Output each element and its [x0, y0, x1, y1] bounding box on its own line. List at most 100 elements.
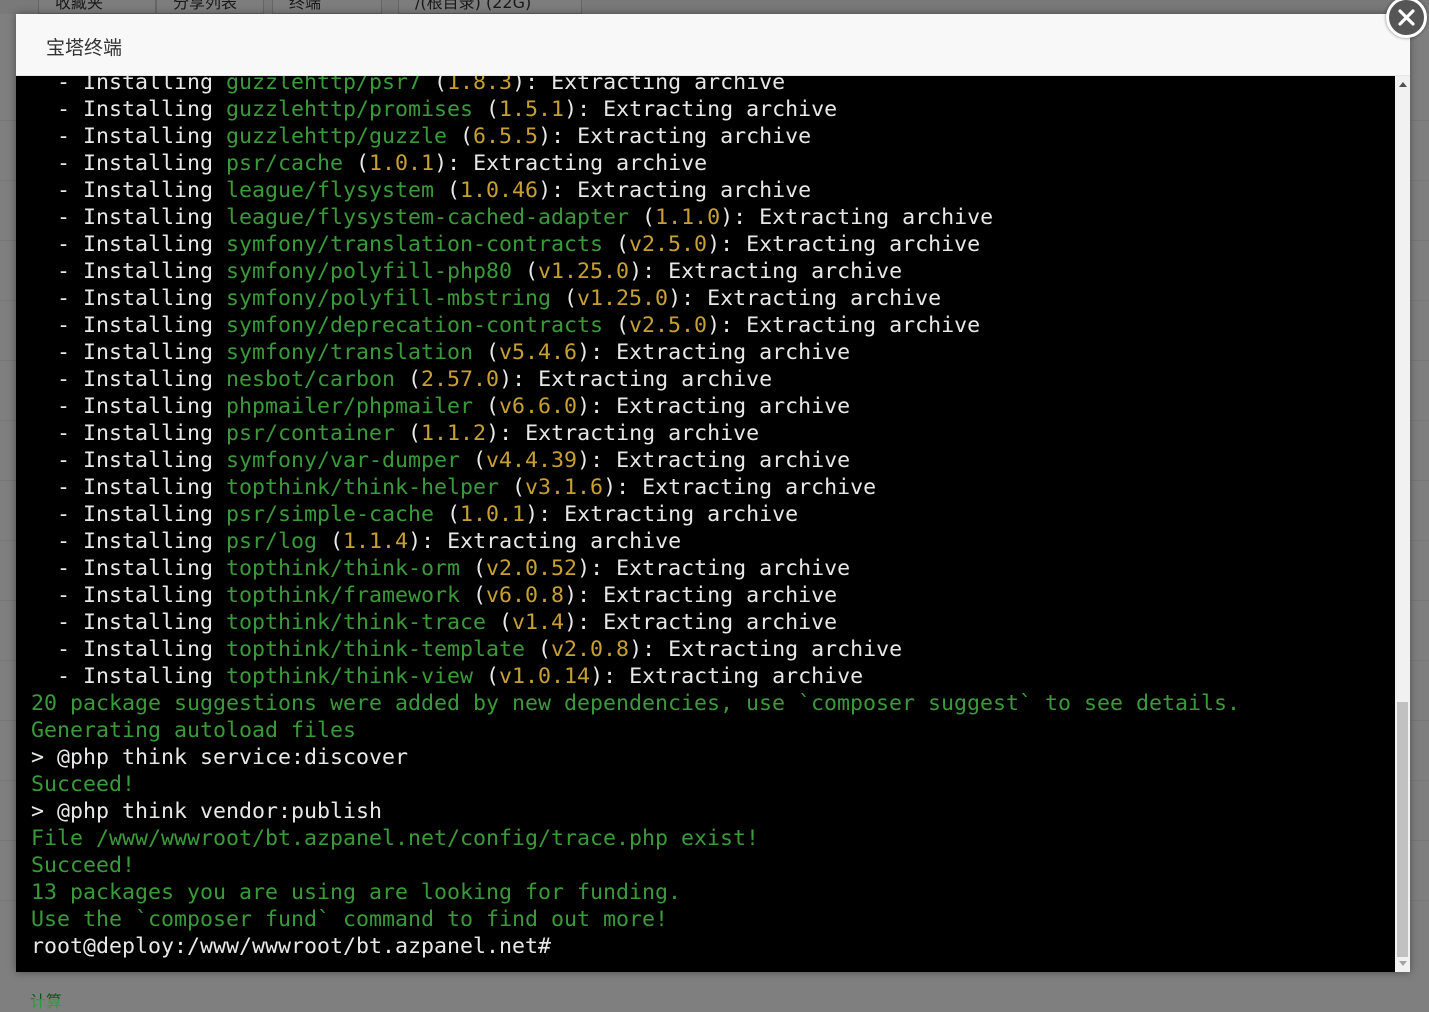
install-prefix: - Installing: [31, 286, 226, 311]
package-version: v1.0.14: [499, 664, 590, 689]
paren-open: (: [629, 205, 655, 230]
paren-open: (: [343, 151, 369, 176]
scrollbar-thumb[interactable]: [1397, 702, 1408, 957]
paren-open: (: [447, 124, 473, 149]
package-name: symfony/var-dumper: [226, 448, 460, 473]
install-suffix: ): Extracting archive: [434, 151, 707, 176]
terminal-install-line: - Installing nesbot/carbon (2.57.0): Ext…: [31, 366, 1240, 393]
install-suffix: ): Extracting archive: [720, 205, 993, 230]
install-suffix: ): Extracting archive: [577, 340, 850, 365]
paren-open: (: [460, 556, 486, 581]
terminal-install-line: - Installing symfony/polyfill-mbstring (…: [31, 285, 1240, 312]
install-prefix: - Installing: [31, 475, 226, 500]
terminal-install-line: - Installing guzzlehttp/psr7 (1.8.3): Ex…: [31, 76, 1240, 96]
paren-open: (: [486, 610, 512, 635]
close-icon: [1398, 9, 1415, 26]
package-version: v1.25.0: [577, 286, 668, 311]
package-name: symfony/polyfill-mbstring: [226, 286, 551, 311]
chevron-down-icon: [1399, 961, 1407, 966]
terminal-lines: - Installing guzzlehttp/psr7 (1.8.3 ): Ex…: [31, 76, 1240, 960]
install-suffix: ): Extracting archive: [629, 259, 902, 284]
package-name: guzzlehttp/psr7: [226, 76, 421, 95]
paren-open: (: [499, 475, 525, 500]
terminal-output-line: File /www/wwwroot/bt.azpanel.net/config/…: [31, 825, 1240, 852]
install-suffix: ): Extracting archive: [564, 97, 837, 122]
dialog-title: 宝塔终端: [46, 33, 122, 60]
install-prefix: - Installing: [31, 124, 226, 149]
install-prefix: - Installing: [31, 205, 226, 230]
scroll-up-button[interactable]: [1395, 76, 1410, 93]
paren-open: (: [603, 232, 629, 257]
terminal-install-line: - Installing topthink/think-helper (v3.1…: [31, 474, 1240, 501]
install-suffix: ): Extracting archive: [538, 178, 811, 203]
install-suffix: ): Extracting archive: [707, 313, 980, 338]
package-name: psr/cache: [226, 151, 343, 176]
package-version: 1.1.4: [343, 529, 408, 554]
package-version: 1.0.46: [460, 178, 538, 203]
paren-open: (: [473, 394, 499, 419]
package-version: 1.0.1: [460, 502, 525, 527]
terminal-install-line: - Installing topthink/think-orm (v2.0.52…: [31, 555, 1240, 582]
package-name: topthink/think-orm: [226, 556, 460, 581]
install-prefix: - Installing: [31, 637, 226, 662]
package-name: topthink/think-helper: [226, 475, 499, 500]
paren-open: (: [525, 637, 551, 662]
install-suffix: ): Extracting archive: [408, 529, 681, 554]
terminal-output-line: 20 package suggestions were added by new…: [31, 690, 1240, 717]
scroll-down-button[interactable]: [1395, 955, 1410, 972]
install-prefix: - Installing: [31, 76, 226, 95]
terminal-install-line: - Installing symfony/translation-contrac…: [31, 231, 1240, 258]
install-prefix: - Installing: [31, 394, 226, 419]
package-version: 1.1.2: [421, 421, 486, 446]
terminal-install-line: - Installing psr/log (1.1.4): Extracting…: [31, 528, 1240, 555]
package-version: 1.5.1: [499, 97, 564, 122]
package-version: v1.4: [512, 610, 564, 635]
install-prefix: - Installing: [31, 151, 226, 176]
paren-open: (: [395, 367, 421, 392]
paren-open: (: [434, 502, 460, 527]
install-prefix: - Installing: [31, 664, 226, 689]
package-version: v1.25.0: [538, 259, 629, 284]
install-prefix: - Installing: [31, 502, 226, 527]
package-name: psr/container: [226, 421, 395, 446]
install-prefix: - Installing: [31, 97, 226, 122]
install-suffix: ): Extracting archive: [525, 502, 798, 527]
package-version: v2.5.0: [629, 313, 707, 338]
install-prefix: - Installing: [31, 448, 226, 473]
package-version: v2.0.8: [551, 637, 629, 662]
paren-open: (: [551, 286, 577, 311]
terminal-scrollbar[interactable]: [1395, 76, 1410, 972]
paren-open: (: [473, 664, 499, 689]
install-suffix: ): Extracting archive: [486, 421, 759, 446]
terminal-output[interactable]: - Installing guzzlehttp/psr7 (1.8.3 ): Ex…: [16, 76, 1395, 972]
terminal-install-line: - Installing topthink/think-view (v1.0.1…: [31, 663, 1240, 690]
package-version: v5.4.6: [499, 340, 577, 365]
terminal-install-line: - Installing symfony/deprecation-contrac…: [31, 312, 1240, 339]
package-name: psr/log: [226, 529, 317, 554]
terminal-output-line: 13 packages you are using are looking fo…: [31, 879, 1240, 906]
install-prefix: - Installing: [31, 529, 226, 554]
package-version: v3.1.6: [525, 475, 603, 500]
package-name: topthink/framework: [226, 583, 460, 608]
terminal-install-line: - Installing symfony/var-dumper (v4.4.39…: [31, 447, 1240, 474]
install-prefix: - Installing: [31, 367, 226, 392]
package-name: phpmailer/phpmailer: [226, 394, 473, 419]
package-name: symfony/translation-contracts: [226, 232, 603, 257]
install-prefix: - Installing: [31, 421, 226, 446]
package-version: 1.8.3: [447, 76, 512, 95]
terminal-install-line: - Installing psr/container (1.1.2): Extr…: [31, 420, 1240, 447]
install-prefix: - Installing: [31, 259, 226, 284]
install-prefix: - Installing: [31, 340, 226, 365]
terminal-output-line: > @php think service:discover: [31, 744, 1240, 771]
install-suffix: ): Extracting archive: [538, 124, 811, 149]
package-name: guzzlehttp/promises: [226, 97, 473, 122]
terminal-install-line: - Installing league/flysystem-cached-ada…: [31, 204, 1240, 231]
install-prefix: - Installing: [31, 232, 226, 257]
install-prefix: - Installing: [31, 556, 226, 581]
install-suffix: ): Extracting archive: [603, 475, 876, 500]
install-suffix: ): Extracting archive: [668, 286, 941, 311]
package-version: v6.0.8: [486, 583, 564, 608]
chevron-up-icon: [1399, 82, 1407, 87]
package-name: symfony/deprecation-contracts: [226, 313, 603, 338]
paren-open: (: [395, 421, 421, 446]
